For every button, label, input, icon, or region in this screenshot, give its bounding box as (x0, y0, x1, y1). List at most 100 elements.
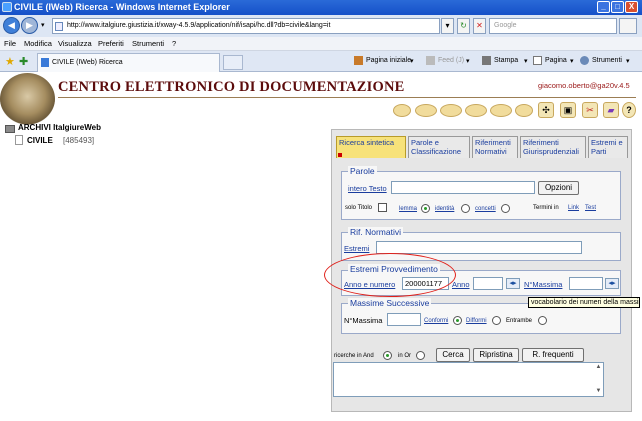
query-textarea[interactable]: ▲ ▼ (333, 362, 604, 397)
entrambe-label: Entrambe (506, 318, 533, 324)
ie-icon (2, 2, 12, 12)
tab-label: CIVILE (IWeb) Ricerca (52, 59, 123, 66)
minimize-button[interactable]: _ (597, 1, 610, 13)
difformi-label[interactable]: Difformi (466, 318, 487, 324)
home-button[interactable]: Pagina iniziale (366, 57, 411, 64)
add-favorite-icon[interactable]: ✚ (19, 55, 28, 68)
oval-button-5-icon[interactable] (490, 104, 512, 117)
feed-icon (426, 56, 435, 65)
massime-successive-legend: Massime Successive (348, 298, 432, 308)
user-name: giacomo.oberto@ga20 (538, 81, 614, 90)
menu-visualizza[interactable]: Visualizza (58, 39, 92, 48)
back-icon[interactable]: ◀ (3, 17, 20, 34)
history-dropdown-icon[interactable]: ▾ (41, 21, 45, 29)
close-button[interactable]: X (625, 1, 638, 13)
forward-icon[interactable]: ▶ (21, 17, 38, 34)
oval-button-6-icon[interactable] (515, 104, 533, 117)
menu-help[interactable]: ? (172, 39, 176, 48)
briefcase-icon[interactable]: ▣ (560, 102, 576, 118)
print-icon[interactable] (482, 56, 491, 65)
menu-strumenti[interactable]: Strumenti (132, 39, 164, 48)
anno-input[interactable] (473, 277, 503, 290)
menu-file[interactable]: File (4, 39, 16, 48)
difformi-radio[interactable] (492, 316, 501, 325)
feed-button[interactable]: Feed (J) (438, 57, 464, 64)
search-icon[interactable] (619, 18, 637, 34)
menu-preferiti[interactable]: Preferiti (98, 39, 124, 48)
oval-button-2-icon[interactable] (415, 104, 437, 117)
oval-button-3-icon[interactable] (440, 104, 462, 117)
massime-nmassima-input[interactable] (387, 313, 421, 326)
favorites-star-icon[interactable]: ★ (5, 55, 15, 68)
page-title: CENTRO ELETTRONICO DI DOCUMENTAZIONE (58, 79, 405, 95)
scroll-down-icon[interactable]: ▼ (594, 387, 603, 396)
identita-label[interactable]: identità (435, 206, 454, 212)
tools-gear-icon[interactable] (580, 56, 589, 65)
stop-icon[interactable]: ✕ (473, 18, 486, 34)
solo-titolo-label: solo Titolo (345, 205, 373, 211)
test-link[interactable]: Test (585, 205, 596, 211)
identita-radio[interactable] (461, 204, 470, 213)
conformi-label[interactable]: Conformi (424, 318, 448, 324)
in-or-radio[interactable] (416, 351, 425, 360)
tab-ricerca-sintetica[interactable]: Ricerca sintetica (336, 136, 406, 158)
help-icon[interactable]: ? (622, 102, 636, 118)
scroll-up-icon[interactable]: ▲ (594, 363, 603, 372)
nmassima-input[interactable] (569, 277, 603, 290)
lemma-label[interactable]: lemma (399, 206, 417, 212)
conformi-radio[interactable] (453, 316, 462, 325)
network-icon[interactable]: ✣ (538, 102, 554, 118)
entrambe-radio[interactable] (538, 316, 547, 325)
concetti-radio[interactable] (501, 204, 510, 213)
tools-menu-button[interactable]: Strumenti (592, 57, 622, 64)
intero-testo-label[interactable]: intero Testo (348, 184, 387, 193)
maximize-button[interactable]: □ (611, 1, 624, 13)
refresh-icon[interactable]: ↻ (457, 18, 470, 34)
in-or-label: in Or (398, 353, 412, 359)
ricerche-and-radio[interactable] (383, 351, 392, 360)
window-title: CIVILE (IWeb) Ricerca - Windows Internet… (14, 2, 230, 12)
tab-parole-classificazione[interactable]: Parole e Classificazione (408, 136, 470, 158)
concetti-label[interactable]: concetti (475, 206, 496, 212)
eraser-icon[interactable]: ▰ (603, 102, 619, 118)
address-url: http://www.italgiure.giustizia.it/xway-4… (67, 22, 331, 29)
tab-label: Ricerca sintetica (339, 138, 395, 147)
estremi-label[interactable]: Estremi (344, 244, 369, 253)
address-row: ◀ ▶ ▾ http://www.italgiure.giustizia.it/… (0, 15, 642, 37)
oval-button-1-icon[interactable] (393, 104, 411, 117)
highlight-annotation (324, 253, 456, 297)
link-link[interactable]: Link (568, 205, 579, 211)
ripristina-button[interactable]: Ripristina (473, 348, 519, 362)
menu-bar: File Modifica Visualizza Preferiti Strum… (0, 37, 642, 51)
opzioni-button[interactable]: Opzioni (538, 181, 579, 195)
tab-estremi-parti[interactable]: Estremi e Parti (588, 136, 628, 158)
tab-riferimenti-giurisprudenziali[interactable]: Riferimenti Giurisprudenziali (520, 136, 586, 158)
lemma-radio[interactable] (421, 204, 430, 213)
frequenti-button[interactable]: R. frequenti (522, 348, 584, 362)
seal-logo (0, 73, 55, 125)
nmassima-vocabulary-icon[interactable]: ◂▸ (605, 278, 619, 289)
address-dropdown-icon[interactable]: ▾ (441, 18, 454, 34)
tab-riferimenti-normativi[interactable]: Riferimenti Normativi (472, 136, 518, 158)
home-icon[interactable] (354, 56, 363, 65)
page-menu-button[interactable]: Pagina (545, 57, 567, 64)
scissors-icon[interactable]: ✂ (582, 102, 598, 118)
page-menu-icon[interactable] (533, 56, 542, 65)
anno-label[interactable]: Anno (452, 280, 470, 289)
browser-tab[interactable]: CIVILE (IWeb) Ricerca (37, 53, 220, 72)
cerca-button[interactable]: Cerca (436, 348, 470, 362)
estremi-input[interactable] (376, 241, 582, 254)
intero-testo-input[interactable] (391, 181, 535, 194)
menu-modifica[interactable]: Modifica (24, 39, 52, 48)
new-tab-button[interactable] (223, 55, 243, 70)
search-input[interactable]: Google (489, 18, 617, 34)
nmassima-label[interactable]: N°Massima (524, 280, 562, 289)
solo-titolo-checkbox[interactable] (378, 203, 387, 212)
tree-item-label: CIVILE (27, 136, 53, 145)
anno-vocabulary-icon[interactable]: ◂▸ (506, 278, 520, 289)
oval-button-4-icon[interactable] (465, 104, 487, 117)
parole-group: Parole intero Testo Opzioni solo Titolo … (341, 166, 621, 220)
document-icon (15, 135, 23, 145)
print-button[interactable]: Stampa (494, 57, 518, 64)
address-input[interactable]: http://www.italgiure.giustizia.it/xway-4… (52, 18, 440, 34)
